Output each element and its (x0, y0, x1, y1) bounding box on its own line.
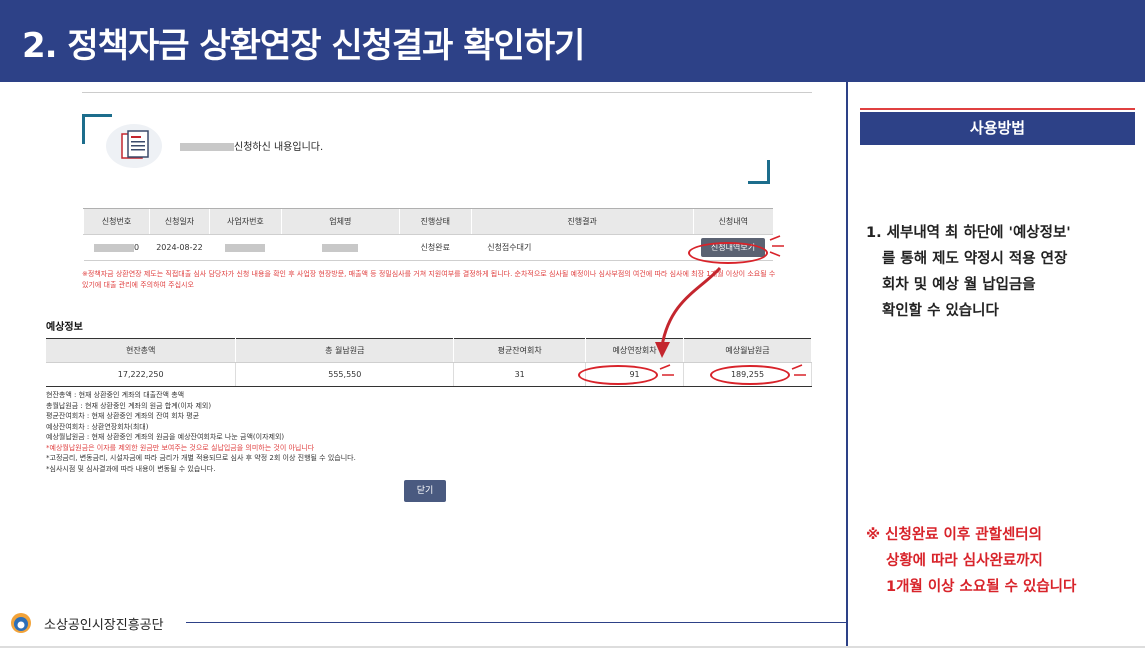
org-name: 소상공인시장진흥공단 (44, 618, 164, 633)
bottom-rule (0, 646, 1145, 648)
usage-heading: 사용방법 (860, 112, 1135, 145)
footer-rule (186, 622, 846, 623)
usage-step-text: 1. 세부내역 최 하단에 '예상정보' 를 통해 제도 약정시 적용 연장 회… (866, 225, 1071, 319)
usage-note-text: ※ 신청완료 이후 관할센터의 상황에 따라 심사완료까지 1개월 이상 소요될… (866, 527, 1077, 595)
panel-accent-line (860, 108, 1135, 110)
panel-divider (846, 82, 848, 648)
org-logo-icon (11, 613, 31, 633)
